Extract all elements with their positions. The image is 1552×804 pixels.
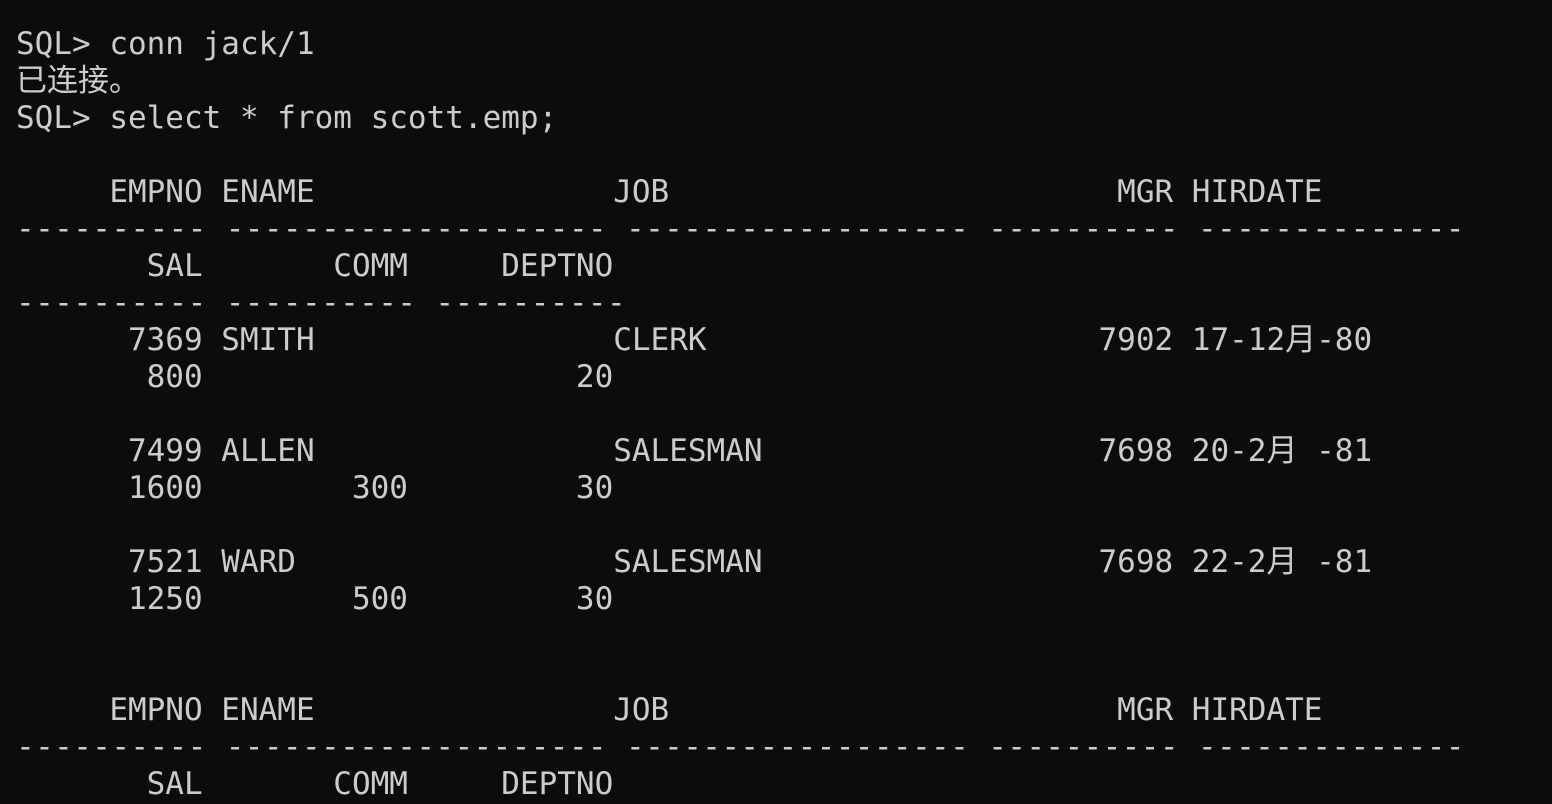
header-separator-1: ---------- -------------------- --------…	[16, 729, 1465, 765]
result-row-continuation: 800 20	[16, 359, 614, 395]
result-row-continuation: 1600 300 30	[16, 470, 614, 506]
column-header-row-1: EMPNO ENAME JOB MGR HIRDATE	[16, 692, 1323, 728]
result-row: 7521 WARD SALESMAN 7698 22-2月 -81	[16, 544, 1373, 580]
header-separator-1: ---------- -------------------- --------…	[16, 211, 1465, 247]
result-row: 7369 SMITH CLERK 7902 17-12月-80	[16, 322, 1373, 358]
result-row-continuation: 1250 500 30	[16, 581, 614, 617]
prompt-select-command: SQL> select * from scott.emp;	[16, 100, 558, 136]
result-row: 7499 ALLEN SALESMAN 7698 20-2月 -81	[16, 433, 1373, 469]
column-header-row-1: EMPNO ENAME JOB MGR HIRDATE	[16, 174, 1323, 210]
header-separator-2: ---------- ---------- ----------	[16, 285, 627, 321]
terminal-window[interactable]: SQL> conn jack/1 已连接。 SQL> select * from…	[0, 0, 1552, 804]
connected-message: 已连接。	[16, 63, 140, 99]
prompt-conn-command: SQL> conn jack/1	[16, 26, 315, 62]
column-header-row-2: SAL COMM DEPTNO	[16, 766, 614, 802]
column-header-row-2: SAL COMM DEPTNO	[16, 248, 614, 284]
